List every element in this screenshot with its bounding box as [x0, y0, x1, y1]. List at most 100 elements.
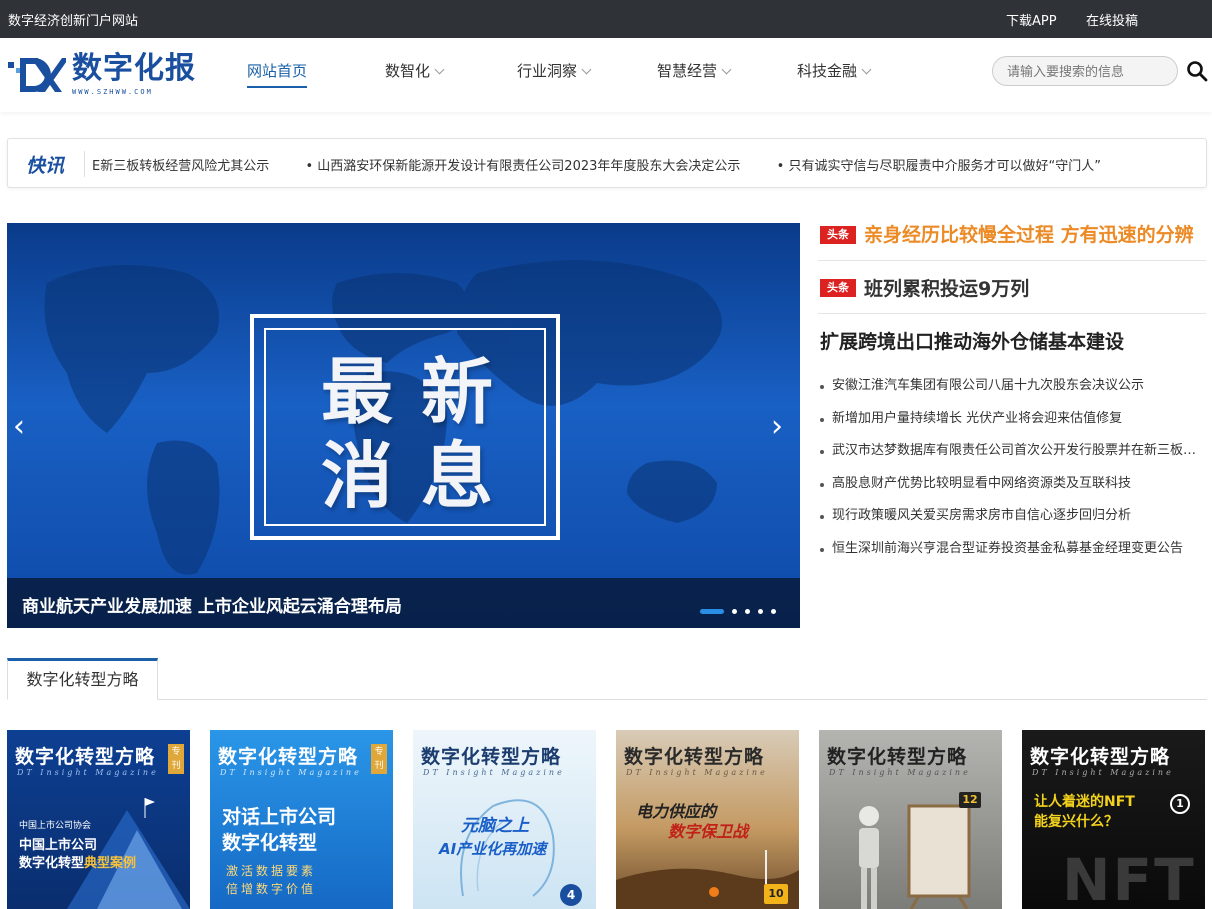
carousel-dots: [692, 601, 776, 620]
magazine-line-a: 中国上市公司协会: [19, 821, 92, 831]
magazine-title: 数字化转型方略: [421, 746, 562, 768]
magazine-subtitle: DT Insight Magazine: [220, 768, 362, 777]
nav-label: 智慧经营: [657, 62, 718, 80]
magazine-line-c: 数字化转型典型案例: [19, 856, 137, 871]
magazine-subtitle: DT Insight Magazine: [423, 768, 565, 777]
nav-label: 科技金融: [797, 62, 858, 80]
magazine-cover-5[interactable]: 数字化转型方略 DT Insight Magazine 12: [819, 730, 1002, 909]
issue-number: 10: [764, 884, 788, 904]
ticker-item[interactable]: • 山西潞安环保新能源开发设计有限责任公司2023年年度股东大会决定公示: [306, 159, 741, 174]
chevron-down-icon: [434, 64, 445, 75]
issue-number: 12: [959, 792, 981, 808]
carousel-prev-button[interactable]: ‹: [13, 409, 25, 444]
nav-industry-insight[interactable]: 行业洞察: [517, 60, 592, 88]
magazine-line-b: AI产业化再加速: [439, 840, 547, 858]
magazine-badge: 专刊: [168, 744, 184, 774]
chevron-down-icon: [721, 64, 732, 75]
ticker-divider: [84, 151, 85, 177]
ticker-badge: 快讯: [26, 155, 65, 177]
headline-featured[interactable]: 扩展跨境出口推动海外仓储基本建设: [818, 328, 1206, 356]
download-app-link[interactable]: 下载APP: [1006, 10, 1057, 29]
magazine-line-d: 倍增数字价值: [226, 882, 317, 896]
magazine-list: 数字化转型方略 DT Insight Magazine 专刊 中国上市公司协会 …: [7, 730, 1207, 909]
header: 数字化报 WWW.SZHWW.COM 网站首页 数智化 行业洞察 智慧经营 科技…: [0, 38, 1212, 112]
magazine-cover-2[interactable]: 数字化转型方略 DT Insight Magazine 专刊 对话上市公司 数字…: [210, 730, 393, 909]
magazine-subtitle: DT Insight Magazine: [1032, 768, 1174, 777]
tab-digital-transformation[interactable]: 数字化转型方略: [7, 658, 158, 700]
nav-smart-operation[interactable]: 智慧经营: [657, 60, 732, 88]
magazine-cover-3[interactable]: 数字化转型方略 DT Insight Magazine 元脑之上 AI产业化再加…: [413, 730, 596, 909]
news-ticker: 快讯 E新三板转板经营风险尤其公示 • 山西潞安环保新能源开发设计有限责任公司2…: [7, 138, 1207, 188]
nav-digital-intelligence[interactable]: 数智化: [385, 60, 445, 88]
carousel-dot[interactable]: [771, 609, 776, 614]
magazine-title: 数字化转型方略: [624, 746, 765, 768]
headline-frame: 最新 消息: [250, 314, 560, 540]
hero-carousel[interactable]: 最新 消息 ‹ › 商业航天产业发展加速 上市企业风起云涌合理布局: [7, 223, 800, 628]
magazine-line-c: 激活数据要素: [226, 864, 317, 878]
section-header: 数字化转型方略: [7, 658, 1207, 700]
logo-mark-icon: [8, 58, 66, 92]
submit-online-link[interactable]: 在线投稿: [1086, 10, 1138, 29]
magazine-line-b: 数字保卫战: [668, 822, 749, 841]
magazine-title: 数字化转型方略: [1030, 746, 1171, 768]
magazine-line-a: 电力供应的: [636, 802, 717, 821]
carousel-caption: 商业航天产业发展加速 上市企业风起云涌合理布局: [7, 578, 800, 628]
ticker-item[interactable]: E新三板转板经营风险尤其公示: [92, 159, 269, 174]
news-list: 安徽江淮汽车集团有限公司八届十九次股东会决议公示 新增加用户量持续增长 光伏产业…: [818, 370, 1206, 565]
magazine-cover-1[interactable]: 数字化转型方略 DT Insight Magazine 专刊 中国上市公司协会 …: [7, 730, 190, 909]
list-item[interactable]: 武汉市达梦数据库有限责任公司首次公开发行股票并在新三板上市: [818, 435, 1206, 468]
ticker-item[interactable]: • 只有诚实守信与尽职履责中介服务才可以做好“守门人”: [777, 159, 1101, 174]
magazine-title: 数字化转型方略: [827, 746, 968, 768]
search-icon[interactable]: [1186, 60, 1208, 82]
magazine-cover-4[interactable]: 数字化转型方略 DT Insight Magazine 电力供应的 数字保卫战 …: [616, 730, 799, 909]
chevron-down-icon: [861, 64, 872, 75]
list-item[interactable]: 新增加用户量持续增长 光伏产业将会迎来估值修复: [818, 403, 1206, 436]
magazine-subtitle: DT Insight Magazine: [626, 768, 768, 777]
nav-home[interactable]: 网站首页: [247, 60, 308, 88]
issue-number: 4: [560, 884, 582, 906]
headline-tag: 头条: [820, 226, 856, 244]
logo-text: 数字化报: [72, 51, 196, 86]
magazine-subtitle: DT Insight Magazine: [17, 768, 159, 777]
magazine-big-text: NFT: [1062, 846, 1196, 909]
carousel-next-button[interactable]: ›: [771, 409, 783, 444]
magazine-line-a: 元脑之上: [461, 816, 529, 836]
magazine-title: 数字化转型方略: [218, 746, 359, 768]
carousel-dot[interactable]: [732, 609, 737, 614]
site-description: 数字经济创新门户网站: [8, 14, 139, 29]
magazine-line-b: 中国上市公司: [19, 838, 98, 853]
magazine-line-a: 让人着迷的NFT: [1034, 794, 1135, 810]
headline-title: 班列累积投运9万列: [864, 278, 1030, 300]
list-item[interactable]: 恒生深圳前海兴亨混合型证券投资基金私募基金经理变更公告: [818, 533, 1206, 566]
nav-label: 数智化: [385, 62, 431, 80]
headlines-panel: 头条 亲身经历比较慢全过程 方有迅速的分辨 头条 班列累积投运9万列 扩展跨境出…: [818, 218, 1206, 565]
magazine-line-b: 数字化转型: [222, 832, 318, 854]
magazine-cover-6[interactable]: 数字化转型方略 DT Insight Magazine 让人着迷的NFT 能复兴…: [1022, 730, 1205, 909]
carousel-dot[interactable]: [745, 609, 750, 614]
headline-title: 亲身经历比较慢全过程 方有迅速的分辨: [864, 224, 1194, 246]
nav-label: 行业洞察: [517, 62, 578, 80]
magazine-subtitle: DT Insight Magazine: [829, 768, 971, 777]
list-item[interactable]: 现行政策暖风关爱买房需求房市自信心逐步回归分析: [818, 500, 1206, 533]
headline-top-1[interactable]: 头条 亲身经历比较慢全过程 方有迅速的分辨: [818, 218, 1206, 261]
magazine-line-b: 能复兴什么？: [1034, 814, 1118, 830]
carousel-dot[interactable]: [758, 609, 763, 614]
ticker-items: E新三板转板经营风险尤其公示 • 山西潞安环保新能源开发设计有限责任公司2023…: [92, 155, 1202, 175]
issue-number: 1: [1170, 794, 1190, 814]
magazine-badge: 专刊: [371, 744, 387, 774]
search-input[interactable]: [992, 56, 1178, 86]
carousel-dot[interactable]: [700, 609, 724, 614]
list-item[interactable]: 安徽江淮汽车集团有限公司八届十九次股东会决议公示: [818, 370, 1206, 403]
site-logo[interactable]: 数字化报 WWW.SZHWW.COM: [6, 52, 206, 98]
top-bar: 数字经济创新门户网站 下载APP 在线投稿: [0, 0, 1212, 38]
headline-tag: 头条: [820, 279, 856, 297]
magazine-title: 数字化转型方略: [15, 746, 156, 768]
carousel-caption-text[interactable]: 商业航天产业发展加速 上市企业风起云涌合理布局: [22, 592, 402, 617]
magazine-line-a: 对话上市公司: [222, 806, 337, 828]
headline-top-2[interactable]: 头条 班列累积投运9万列: [818, 275, 1206, 314]
nav-fintech[interactable]: 科技金融: [797, 60, 872, 88]
list-item[interactable]: 高股息财产优势比较明显看中网络资源类及互联科技: [818, 468, 1206, 501]
nav-label: 网站首页: [247, 62, 308, 80]
logo-url: WWW.SZHWW.COM: [72, 88, 153, 96]
chevron-down-icon: [581, 64, 592, 75]
